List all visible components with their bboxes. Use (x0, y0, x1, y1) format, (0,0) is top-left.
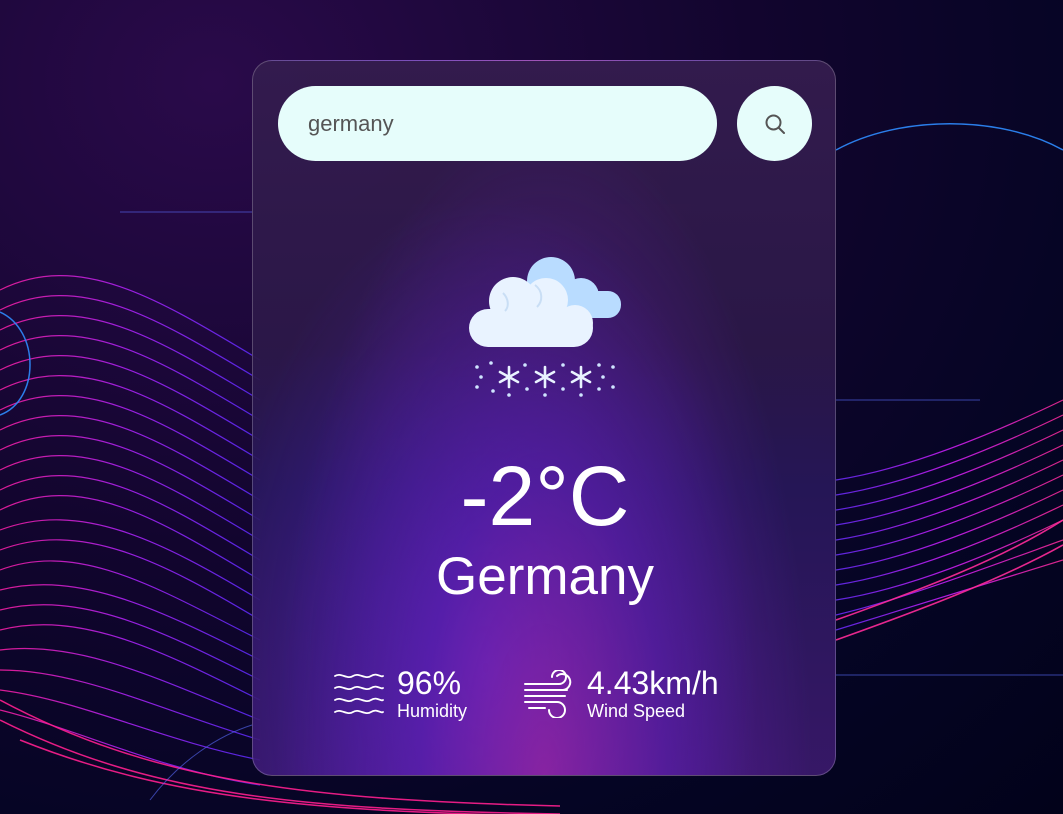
wind-icon (524, 670, 572, 718)
temperature: -2°C (460, 449, 630, 543)
wind-stat: 4.43km/h Wind Speed (523, 666, 719, 722)
search-button[interactable] (737, 86, 812, 161)
search-icon (765, 114, 785, 134)
city-name: Germany (436, 547, 654, 606)
wind-label: Wind Speed (587, 701, 686, 721)
wind-value: 4.43km/h (587, 665, 719, 701)
snow-cloud-icon (469, 257, 621, 397)
humidity-stat: 96% Humidity (333, 666, 467, 722)
humidity-waves-icon (334, 673, 384, 715)
humidity-label: Humidity (397, 701, 468, 721)
search-input[interactable] (278, 86, 717, 161)
weather-card: -2°C Germany 96% Humidity (252, 60, 836, 776)
humidity-value: 96% (397, 665, 462, 701)
